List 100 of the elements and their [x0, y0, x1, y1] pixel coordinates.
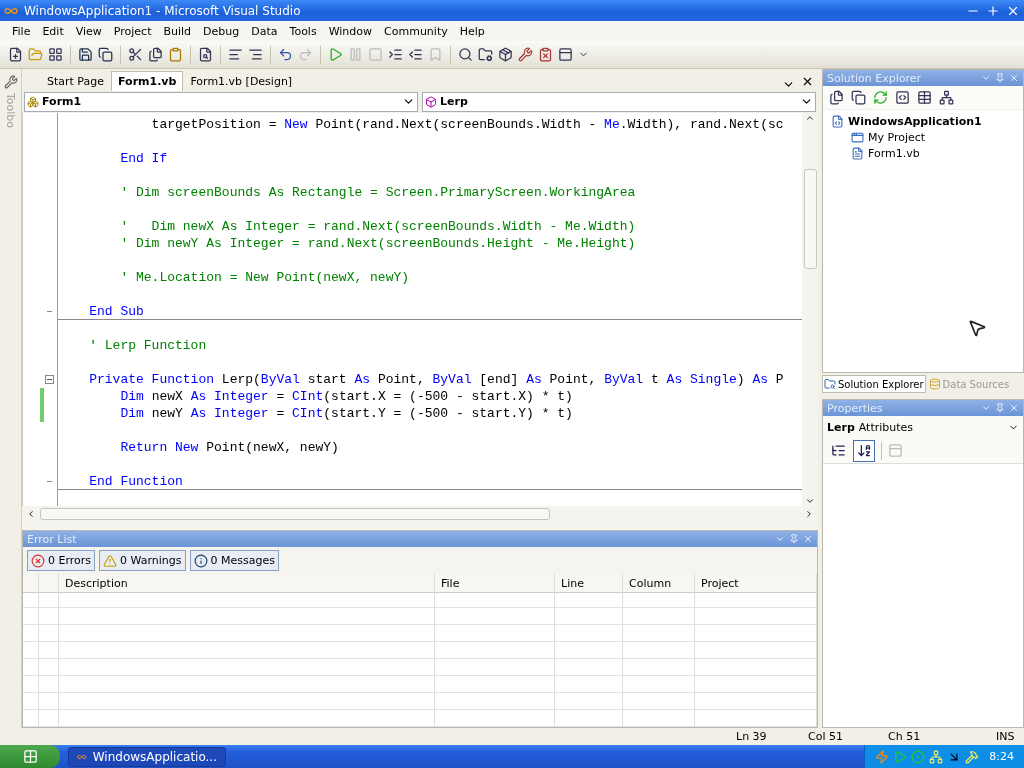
- window-icon[interactable]: [558, 47, 573, 62]
- list-tree-icon: [830, 443, 846, 458]
- document-tab[interactable]: Form1.vb [Design]: [183, 70, 300, 91]
- save-icon[interactable]: [78, 47, 93, 62]
- copy-icon[interactable]: [148, 47, 163, 62]
- undo-icon[interactable]: [278, 47, 293, 62]
- table-cell: [39, 591, 59, 608]
- tools-icon[interactable]: [518, 47, 533, 62]
- taskbar-button[interactable]: WindowsApplicatio...: [68, 746, 226, 767]
- column-header[interactable]: Description: [59, 574, 435, 593]
- indent-icon[interactable]: [388, 47, 403, 62]
- table-cell: [623, 608, 695, 625]
- mouse-cursor-icon: [967, 318, 987, 338]
- window-title: WindowsApplication1 - Microsoft Visual Studio: [24, 3, 302, 18]
- search-icon[interactable]: [458, 47, 473, 62]
- table-cell: [555, 710, 623, 727]
- menu-item[interactable]: Project: [107, 22, 158, 40]
- save-all-icon[interactable]: [98, 47, 113, 62]
- find-icon[interactable]: [198, 47, 213, 62]
- sort-alphabetical-button[interactable]: [853, 439, 875, 462]
- paste-icon[interactable]: [168, 47, 183, 62]
- sort-az-icon: [856, 443, 872, 458]
- document-tab[interactable]: Start Page: [40, 70, 111, 91]
- error-icon: [31, 553, 45, 568]
- column-header[interactable]: File: [435, 574, 555, 593]
- table-cell: [23, 676, 39, 693]
- object-selector[interactable]: Lerp Attributes: [823, 416, 1023, 438]
- table-cell: [23, 642, 39, 659]
- scroll-thumb[interactable]: [803, 169, 817, 270]
- column-header[interactable]: Line: [555, 574, 623, 593]
- collapse-icon[interactable]: [45, 374, 54, 384]
- table-cell: [23, 591, 39, 608]
- column-header[interactable]: Project: [695, 574, 817, 593]
- panel-tab[interactable]: Solution Explorer: [822, 375, 926, 393]
- code-line: End If: [119, 150, 168, 166]
- object-browser-icon[interactable]: [498, 47, 513, 62]
- table-cell: [23, 710, 39, 727]
- scroll-thumb[interactable]: [40, 508, 550, 521]
- code-line: ' Lerp Function: [88, 337, 207, 353]
- tree-item[interactable]: Form1.vb: [831, 145, 1015, 161]
- project-icon: [831, 114, 844, 128]
- filter-button[interactable]: 0 Messages: [189, 550, 279, 571]
- code-editor[interactable]: [22, 112, 818, 507]
- table-cell: [623, 591, 695, 608]
- table-cell: [39, 676, 59, 693]
- column-header[interactable]: Column: [623, 574, 695, 593]
- menu-item[interactable]: Debug: [197, 22, 246, 40]
- cut-icon[interactable]: [128, 47, 143, 62]
- start-icon[interactable]: [328, 47, 343, 62]
- table-cell: [39, 608, 59, 625]
- clock: 8:24: [989, 750, 1014, 763]
- uncomment-icon[interactable]: [248, 47, 263, 62]
- scroll-right-icon[interactable]: [804, 509, 814, 520]
- menu-item[interactable]: View: [69, 22, 108, 40]
- menu-item[interactable]: Help: [453, 22, 491, 40]
- code-line: ' Dim screenBounds As Rectangle = Screen.PrimaryScreen.WorkingArea: [119, 184, 636, 200]
- scroll-left-icon[interactable]: [26, 509, 36, 520]
- insert-mode: INS: [996, 730, 1016, 743]
- start-button[interactable]: [0, 745, 60, 768]
- view-code-icon[interactable]: [895, 90, 910, 105]
- new-project-icon[interactable]: [8, 47, 23, 62]
- class-dropdown[interactable]: Form1: [24, 91, 418, 112]
- table-cell: [23, 625, 39, 642]
- menu-item[interactable]: Edit: [36, 22, 70, 40]
- warning-icon: [103, 553, 118, 568]
- outdent-icon[interactable]: [408, 47, 423, 62]
- menu-item[interactable]: Community: [378, 22, 454, 40]
- refresh-icon[interactable]: [873, 90, 888, 105]
- menu-item[interactable]: File: [6, 22, 37, 40]
- menu-item[interactable]: Tools: [283, 22, 323, 40]
- class-diagram-icon[interactable]: [939, 90, 954, 105]
- file-icon: [851, 146, 864, 160]
- code-line: Return New Point(newX, newY): [119, 439, 339, 455]
- tree-item[interactable]: My Project: [831, 129, 1015, 145]
- table-cell: [23, 659, 39, 676]
- table-cell: [555, 591, 623, 608]
- hammer-icon[interactable]: [965, 749, 980, 764]
- filter-button[interactable]: 0 Warnings: [99, 550, 186, 571]
- maximize-icon[interactable]: [986, 3, 1000, 18]
- panel-title: Solution Explorer: [827, 71, 923, 85]
- menu-item[interactable]: Data: [245, 22, 284, 40]
- network-icon[interactable]: [929, 749, 944, 764]
- table-cell: [23, 693, 39, 710]
- line-number: Ln 39: [736, 730, 768, 743]
- code-line: ' Dim newX As Integer = rand.Next(screenBounds.Width - Me.Width): [119, 218, 636, 234]
- table-cell: [555, 676, 623, 693]
- tree-item[interactable]: WindowsApplication1: [831, 113, 1015, 129]
- menu-item[interactable]: Window: [322, 22, 379, 40]
- menu-item[interactable]: Build: [157, 22, 198, 40]
- filter-button[interactable]: 0 Errors: [27, 550, 96, 571]
- windows-logo-icon: [22, 749, 38, 764]
- comment-icon[interactable]: [228, 47, 243, 62]
- class-icon: [27, 95, 39, 108]
- vertical-scrollbar[interactable]: [802, 112, 818, 507]
- add-item-icon[interactable]: [48, 47, 63, 62]
- method-dropdown[interactable]: Lerp: [422, 91, 816, 112]
- open-folder-icon[interactable]: [28, 47, 43, 62]
- document-tab[interactable]: Form1.vb: [111, 70, 184, 91]
- table-cell: [39, 659, 59, 676]
- table-cell: [555, 693, 623, 710]
